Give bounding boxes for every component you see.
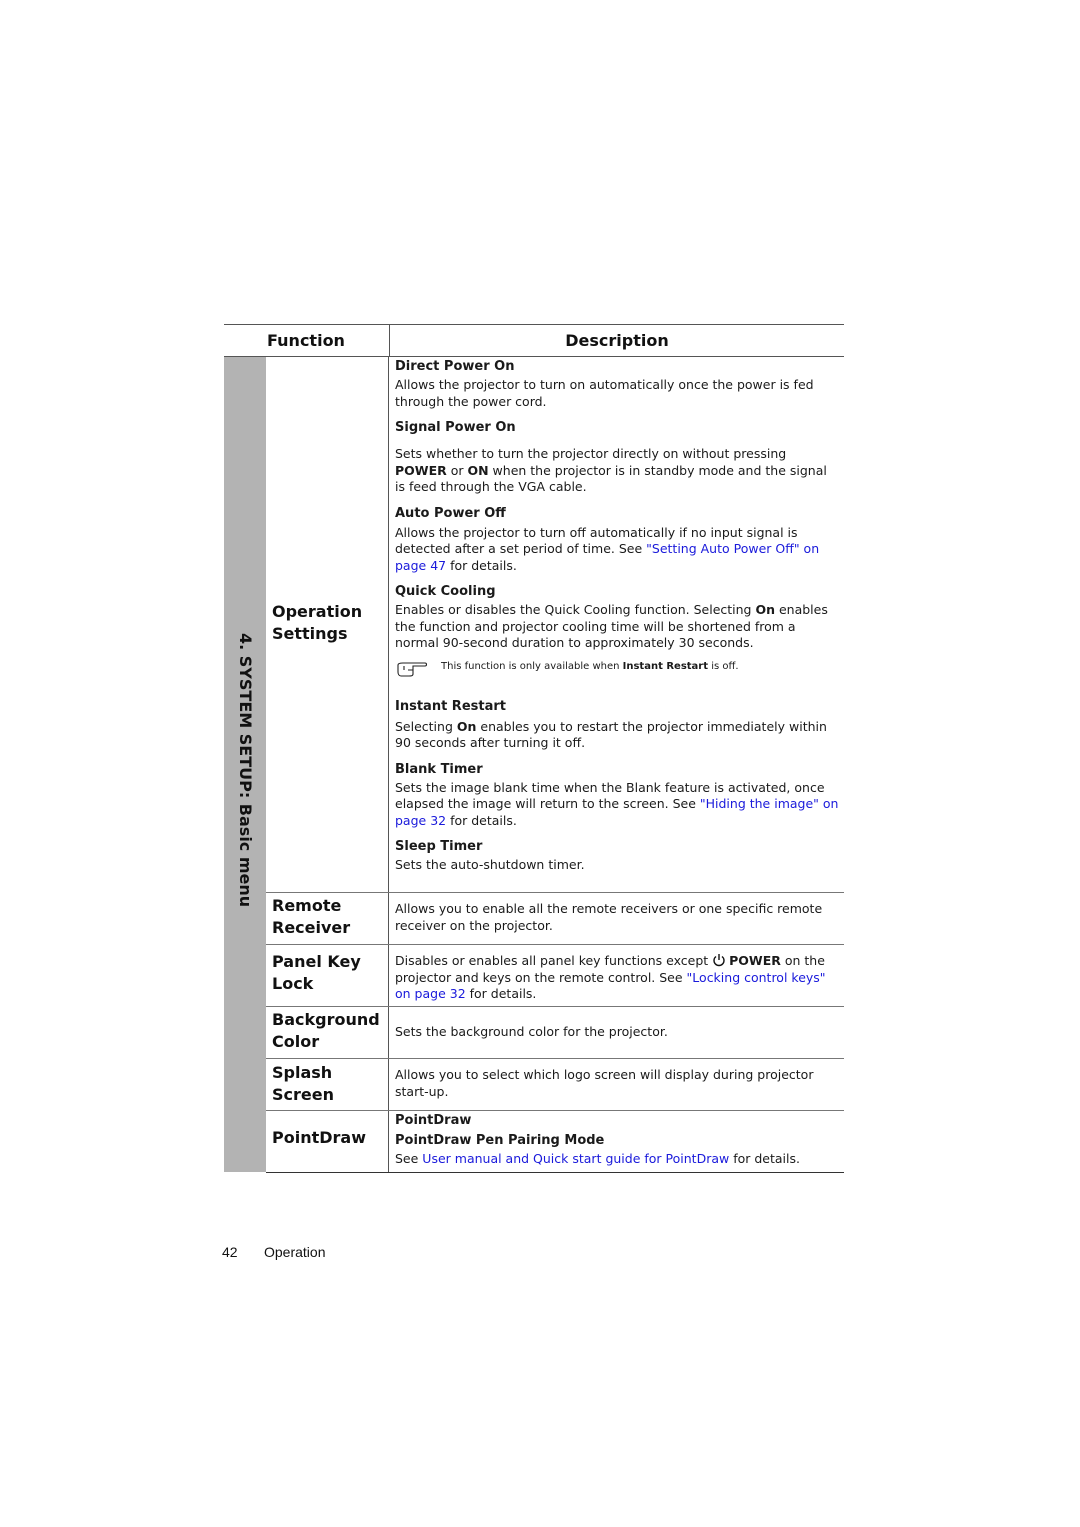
description-cell: Disables or enables all panel key functi… [395, 953, 826, 1001]
footer-section: Operation [264, 1244, 326, 1260]
function-cell: Operation Settings [266, 357, 389, 892]
function-label: Background Color [272, 1010, 380, 1051]
item-direct-power-on: Direct Power On Allows the projector to … [395, 359, 814, 409]
header-description: Description [389, 325, 844, 356]
item-instant-restart: Instant Restart Selecting On enables you… [395, 698, 827, 751]
description-cell: Allows you to enable all the remote rece… [395, 901, 823, 933]
description-cell: Sets the background color for the projec… [395, 1024, 668, 1039]
table-row-operation-settings: Operation Settings Direct Power On Allow… [266, 357, 844, 893]
section-sidebar: 4. SYSTEM SETUP: Basic menu [224, 357, 266, 1172]
item-signal-power-on: Signal Power On Sets whether to turn the… [395, 420, 827, 494]
power-icon [713, 954, 725, 967]
table-row-panel-key-lock: Panel Key Lock Disables or enables all p… [266, 945, 844, 1007]
table-row-background-color: Background Color Sets the background col… [266, 1007, 844, 1059]
function-label: PointDraw [272, 1128, 366, 1147]
pointing-hand-icon [397, 661, 428, 677]
item-sleep-timer: Sleep Timer Sets the auto-shutdown timer… [395, 839, 585, 872]
page-number: 42 [222, 1244, 238, 1260]
function-cell: Remote Receiver [266, 893, 389, 944]
function-cell: PointDraw [266, 1111, 389, 1172]
function-cell: Splash Screen [266, 1059, 389, 1110]
function-label: Panel Key Lock [272, 952, 361, 993]
function-label: Remote Receiver [272, 896, 351, 937]
note: This function is only available when Ins… [395, 660, 840, 677]
section-label: 4. SYSTEM SETUP: Basic menu [236, 633, 255, 908]
table-header: Function Description [224, 324, 844, 357]
table-row-splash-screen: Splash Screen Allows you to select which… [266, 1059, 844, 1111]
description-cell: Direct Power On Allows the projector to … [395, 358, 840, 874]
item-auto-power-off: Auto Power Off Allows the projector to t… [395, 505, 820, 573]
function-label: Splash Screen [272, 1063, 334, 1104]
item-quick-cooling: Quick Cooling Enables or disables the Qu… [395, 583, 840, 677]
function-cell: Panel Key Lock [266, 945, 389, 1006]
function-cell: Background Color [266, 1007, 389, 1058]
function-table: Function Description 4. SYSTEM SETUP: Ba… [224, 324, 844, 1173]
header-function: Function [267, 331, 345, 350]
table-row-pointdraw: PointDraw PointDraw PointDraw Pen Pairin… [266, 1111, 844, 1173]
description-cell: Allows you to select which logo screen w… [395, 1067, 814, 1099]
function-label: Operation Settings [272, 602, 363, 643]
description-cell: PointDraw PointDraw Pen Pairing Mode See… [395, 1113, 800, 1166]
link-pointdraw-guide[interactable]: User manual and Quick start guide for Po… [422, 1151, 729, 1166]
item-blank-timer: Blank Timer Sets the image blank time wh… [395, 761, 839, 828]
table-row-remote-receiver: Remote Receiver Allows you to enable all… [266, 893, 844, 945]
page-footer: 42 Operation [222, 1244, 325, 1260]
